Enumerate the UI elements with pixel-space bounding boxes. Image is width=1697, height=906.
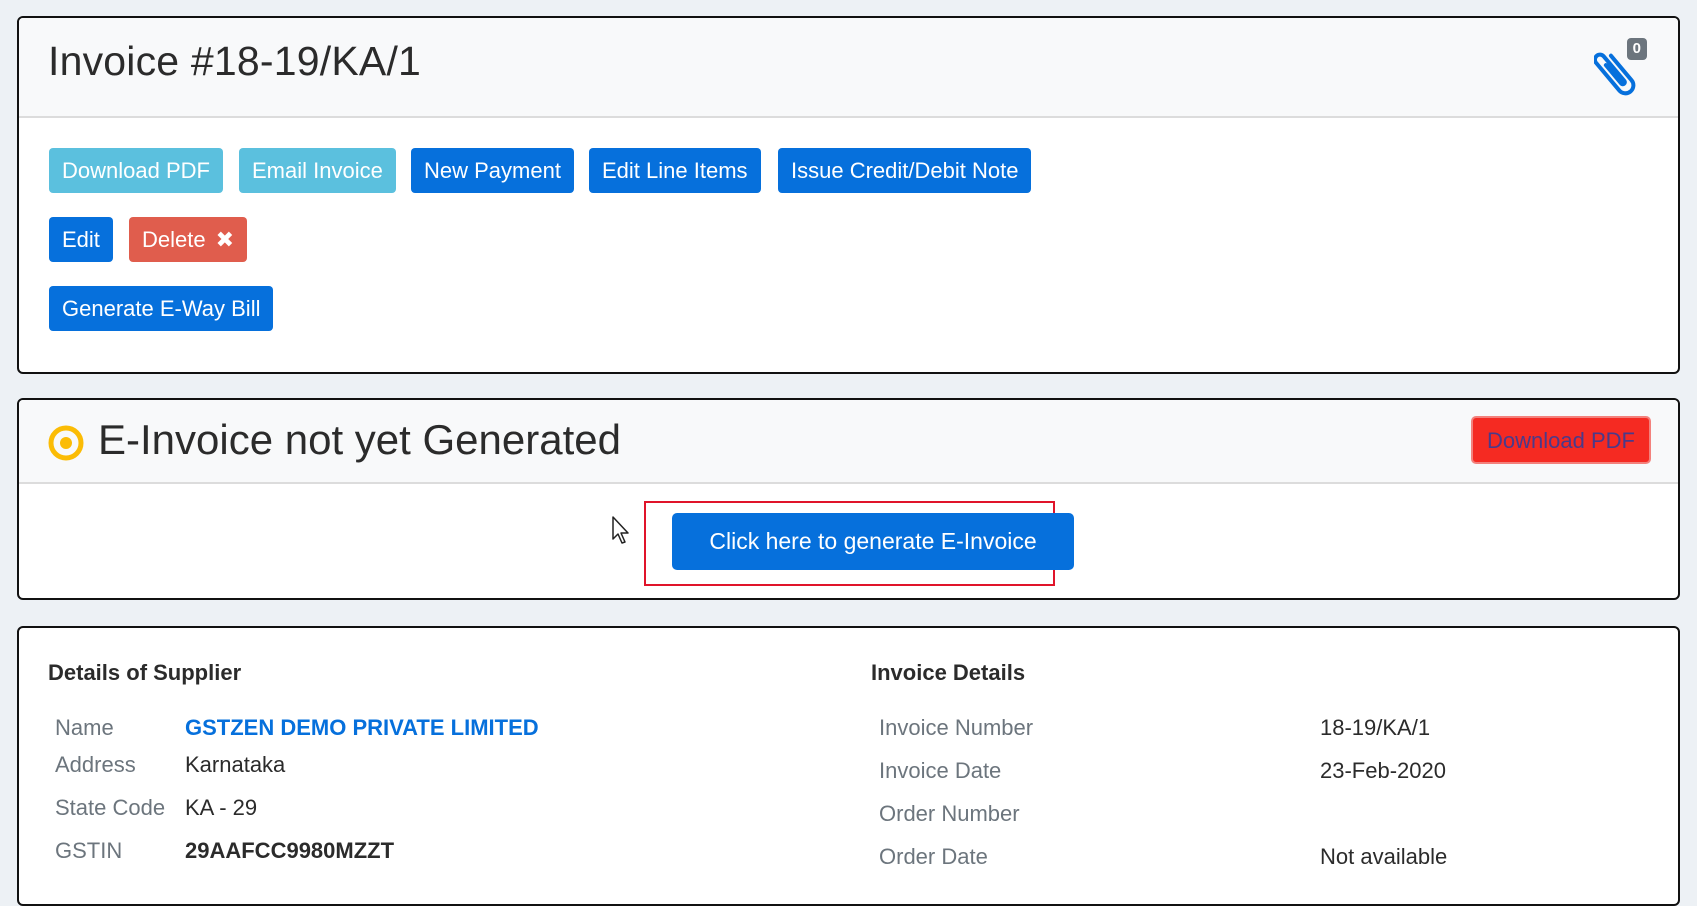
supplier-gstin-label: GSTIN xyxy=(55,838,123,863)
delete-label: Delete xyxy=(142,227,206,252)
delete-button[interactable]: Delete ✖ xyxy=(129,217,248,262)
attachments-count-badge: 0 xyxy=(1626,38,1647,60)
details-card: Details of Supplier Name GSTZEN DEMO PRI… xyxy=(17,626,1680,906)
supplier-name-link[interactable]: GSTZEN DEMO PRIVATE LIMITED xyxy=(185,715,539,741)
einvoice-card: E-Invoice not yet Generated Download PDF… xyxy=(17,398,1680,600)
page-title: Invoice #18-19/KA/1 xyxy=(48,38,422,84)
generate-einvoice-button[interactable]: Click here to generate E-Invoice xyxy=(672,513,1074,570)
supplier-address-label: Address xyxy=(55,752,136,777)
order-date-value: Not available xyxy=(1320,844,1448,869)
edit-button[interactable]: Edit xyxy=(49,217,113,262)
supplier-state-code-label: State Code xyxy=(55,795,166,820)
mouse-cursor-icon xyxy=(612,516,629,544)
invoice-number-label: Invoice Number xyxy=(879,715,1034,740)
order-date-label: Order Date xyxy=(879,844,988,869)
einvoice-download-pdf-button[interactable]: Download PDF xyxy=(1471,416,1651,464)
edit-line-items-button[interactable]: Edit Line Items xyxy=(589,148,761,193)
invoice-card: Invoice #18-19/KA/1 0 Download PDF Email… xyxy=(17,16,1680,374)
close-icon: ✖ xyxy=(215,227,235,252)
einvoice-card-header: E-Invoice not yet Generated Download PDF xyxy=(19,400,1678,484)
supplier-name-label: Name xyxy=(55,715,114,740)
einvoice-status-title: E-Invoice not yet Generated xyxy=(98,416,621,463)
invoice-card-header: Invoice #18-19/KA/1 0 xyxy=(19,18,1678,118)
supplier-section-title: Details of Supplier xyxy=(48,660,242,685)
invoice-date-value: 23-Feb-2020 xyxy=(1320,758,1446,783)
invoice-number-value: 18-19/KA/1 xyxy=(1320,715,1431,740)
supplier-gstin-value: 29AAFCC9980MZZT xyxy=(185,838,395,863)
supplier-state-code-value: KA - 29 xyxy=(185,795,258,820)
generate-eway-bill-button[interactable]: Generate E-Way Bill xyxy=(49,286,274,331)
new-payment-button[interactable]: New Payment xyxy=(411,148,574,193)
email-invoice-button[interactable]: Email Invoice xyxy=(239,148,396,193)
invoice-details-section-title: Invoice Details xyxy=(871,660,1026,685)
supplier-address-value: Karnataka xyxy=(185,752,286,777)
download-pdf-button[interactable]: Download PDF xyxy=(49,148,223,193)
order-number-label: Order Number xyxy=(879,801,1020,826)
invoice-date-label: Invoice Date xyxy=(879,758,1002,783)
dot-circle-icon xyxy=(48,425,84,461)
issue-credit-debit-note-button[interactable]: Issue Credit/Debit Note xyxy=(778,148,1032,193)
